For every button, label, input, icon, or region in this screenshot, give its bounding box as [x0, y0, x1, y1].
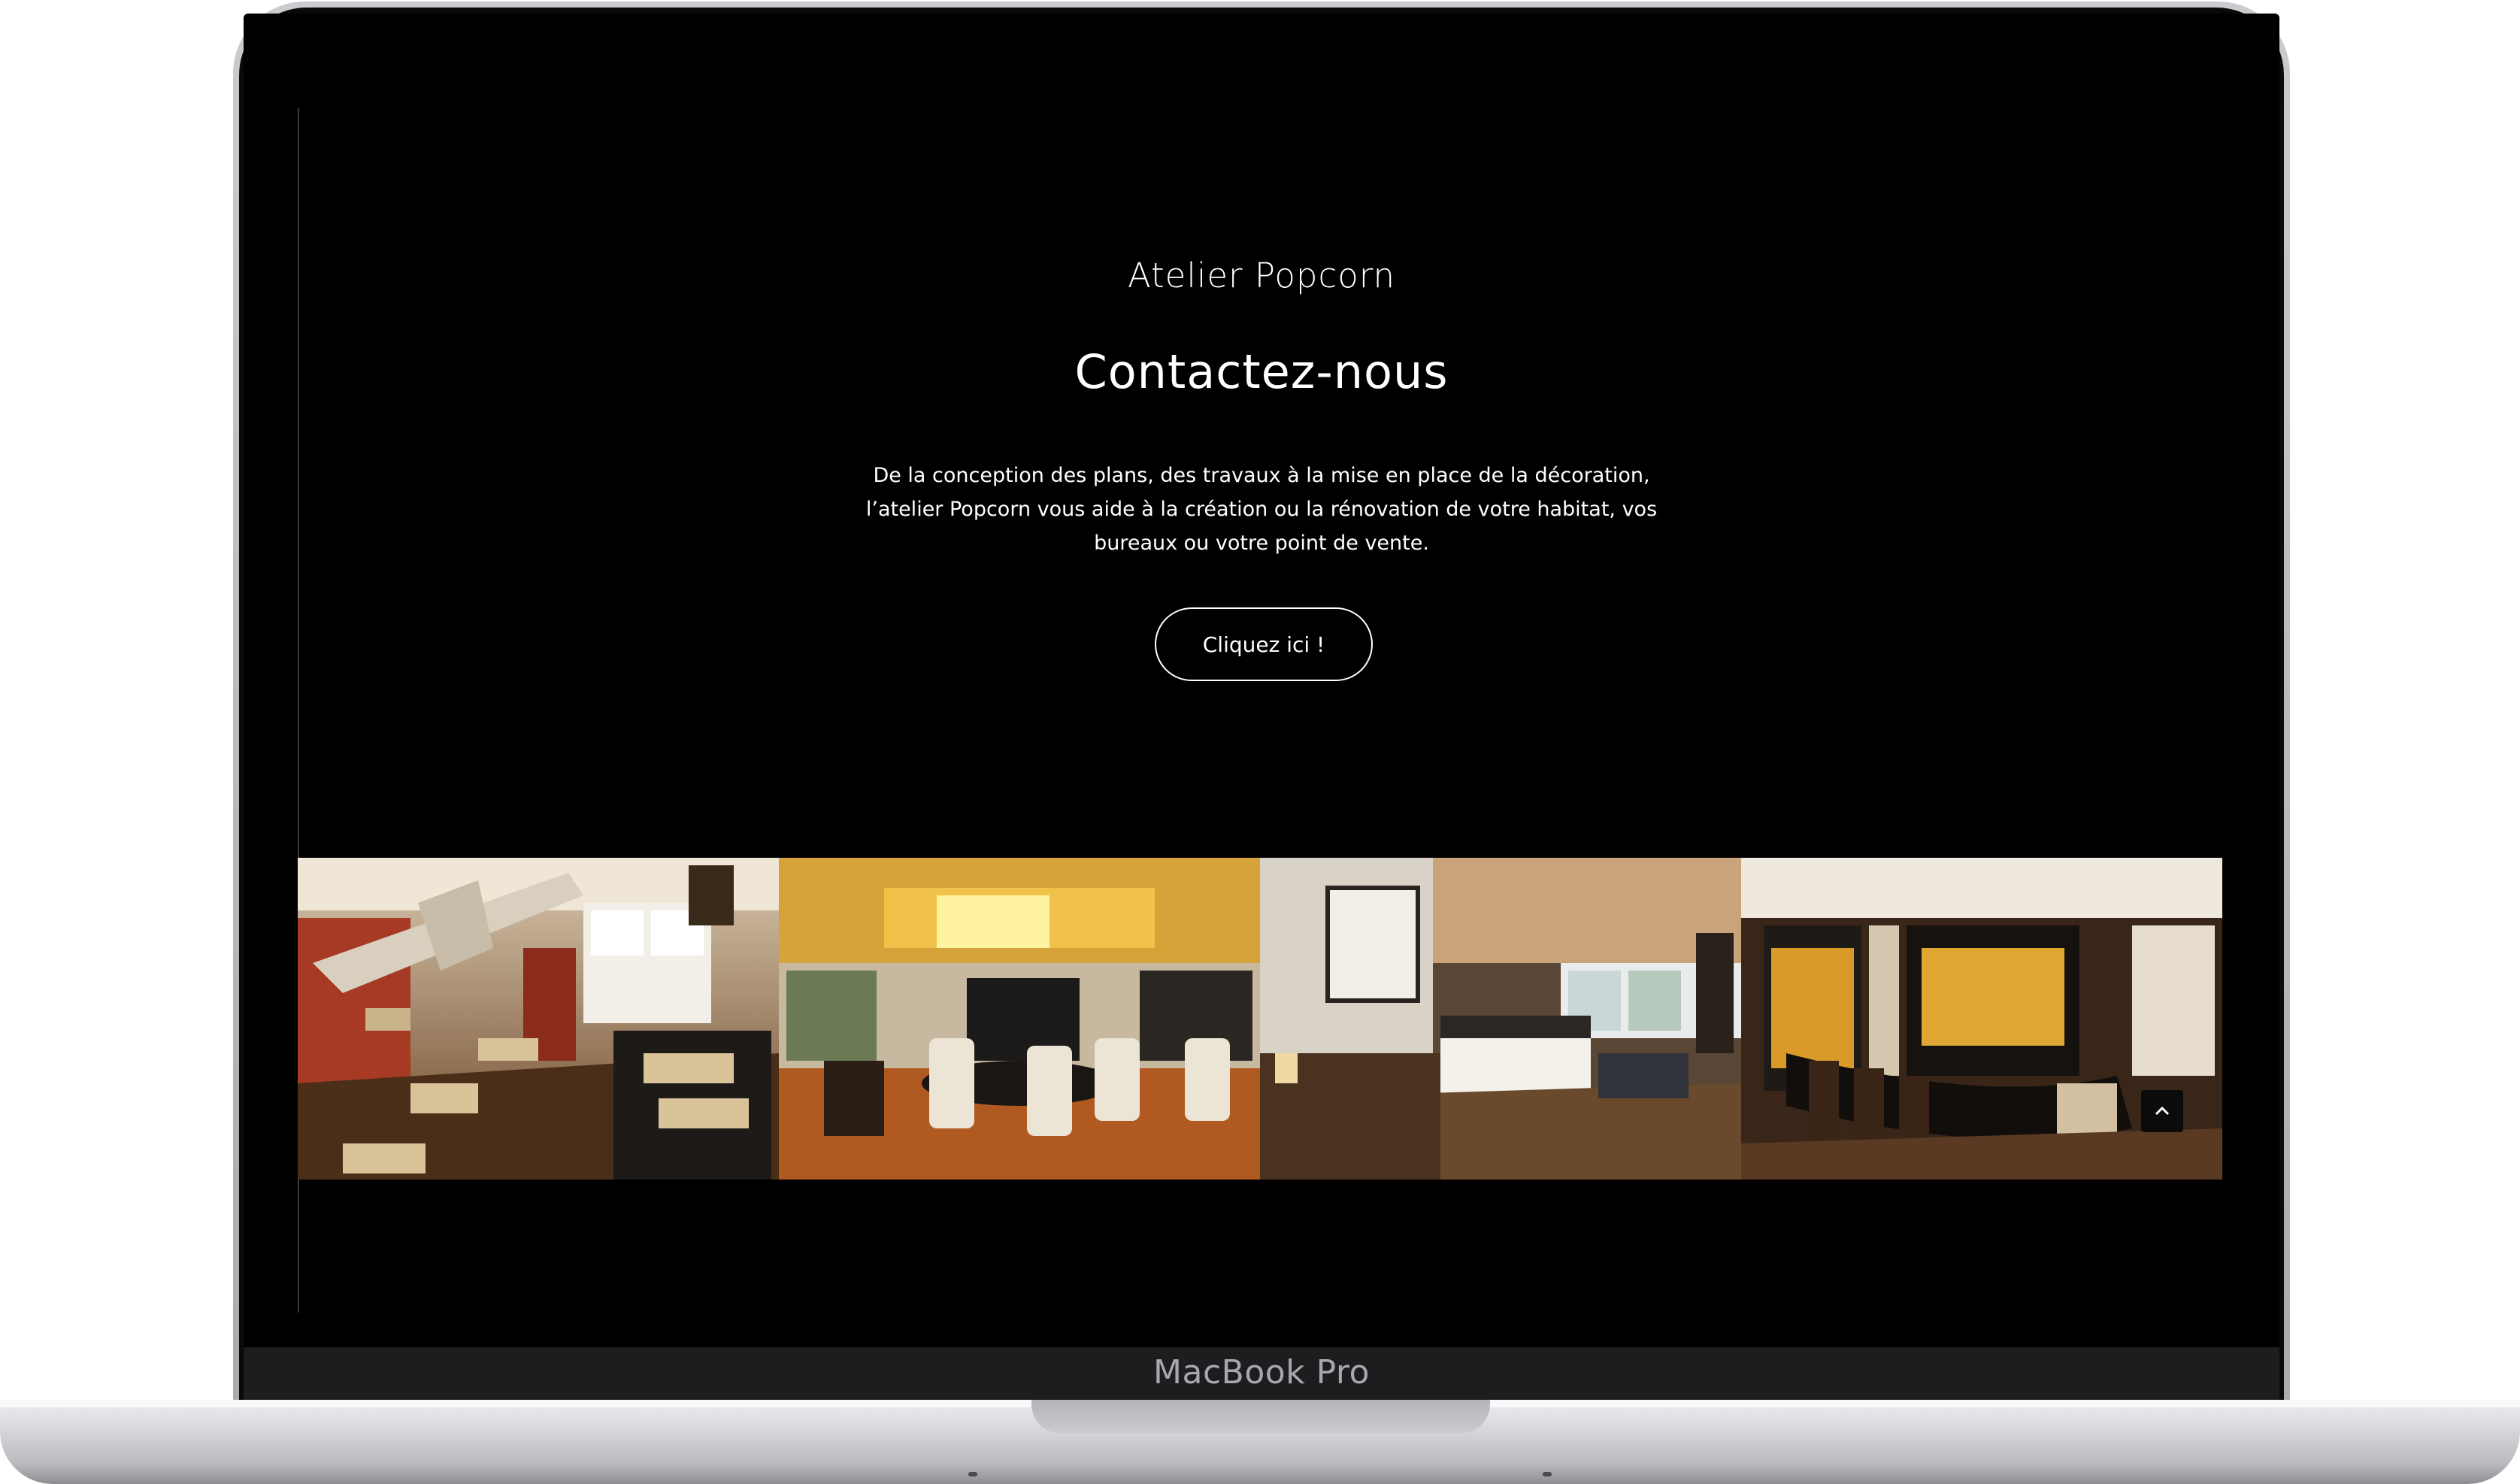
screen-chin: MacBook Pro — [244, 1347, 2279, 1401]
contact-button[interactable]: Cliquez ici ! — [1155, 607, 1373, 681]
device-label: MacBook Pro — [1153, 1353, 1370, 1392]
photo-gallery — [298, 858, 2223, 1180]
browser-viewport: Atelier Popcorn Contactez-nous De la con… — [244, 14, 2279, 1347]
gallery-photo-dining-room[interactable] — [779, 858, 1260, 1180]
intro-paragraph: De la conception des plans, des travaux … — [865, 464, 1658, 555]
scroll-to-top-button[interactable] — [2141, 1090, 2183, 1132]
page-title: Contactez-nous — [1074, 344, 1449, 399]
foot-right — [1543, 1472, 1552, 1476]
gallery-photo-restaurant[interactable] — [298, 858, 779, 1180]
chevron-up-icon — [2155, 1106, 2170, 1116]
gallery-photo-bedroom[interactable] — [1260, 858, 1741, 1180]
lid-notch — [1031, 1400, 1490, 1433]
foot-left — [968, 1472, 977, 1476]
contact-button-label: Cliquez ici ! — [1202, 631, 1325, 657]
brand-name: Atelier Popcorn — [1128, 256, 1395, 295]
